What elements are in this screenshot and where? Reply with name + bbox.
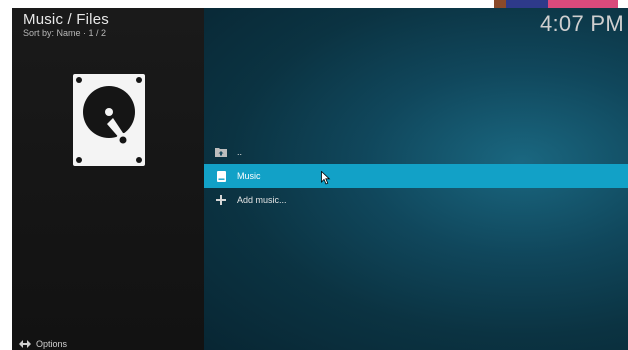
list-item-label: Music (237, 171, 261, 181)
list-item-music[interactable]: Music (204, 164, 628, 188)
page-title: Music / Files (23, 11, 109, 28)
hard-drive-icon (73, 74, 145, 166)
options-button[interactable]: Options (19, 339, 67, 349)
list-item-add-music[interactable]: Add music... (204, 188, 628, 212)
accent-stripe-pink (548, 0, 618, 8)
options-arrows-icon (19, 340, 31, 348)
left-info-panel (12, 8, 204, 350)
options-label: Options (36, 339, 68, 349)
list-item-label: Add music... (237, 195, 287, 205)
plus-icon (214, 193, 228, 207)
clock: 4:07 PM (539, 11, 624, 36)
mouse-cursor-icon (321, 171, 331, 185)
sort-info: Sort by: Name · 1 / 2 (23, 28, 107, 38)
hard-drive-small-icon (214, 169, 228, 183)
accent-stripe-brown (494, 0, 506, 8)
kodi-window: Music / Files Sort by: Name · 1 / 2 4:07… (12, 8, 628, 350)
screen: Music / Files Sort by: Name · 1 / 2 4:07… (0, 0, 628, 350)
list-item-parent-folder[interactable]: .. (204, 140, 628, 164)
accent-stripe-navy (506, 0, 548, 8)
folder-up-icon (214, 145, 228, 159)
list-item-label: .. (237, 147, 243, 157)
file-list: .. Music Add music... (204, 140, 628, 212)
